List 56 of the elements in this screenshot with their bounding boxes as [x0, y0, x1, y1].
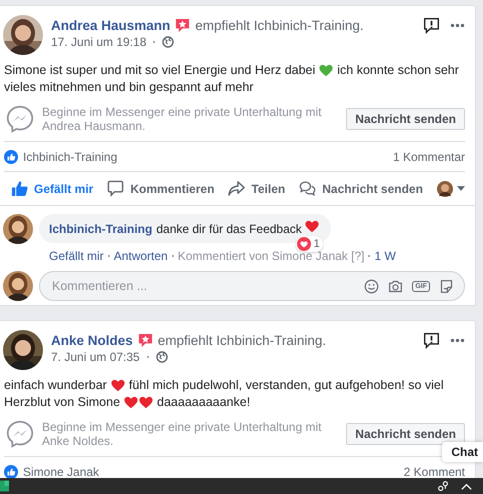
emoji-icon[interactable] [364, 278, 380, 294]
comment-action-link[interactable]: Gefällt mir [49, 249, 104, 263]
reaction-count: 1 [314, 238, 320, 250]
author-link[interactable]: Anke Noldes [51, 333, 133, 348]
report-icon[interactable] [423, 17, 440, 34]
comment-count-link[interactable]: 1 Kommentar [392, 150, 465, 164]
report-icon[interactable] [423, 332, 440, 349]
recommendation-star-icon [138, 333, 153, 348]
comment-count-link[interactable]: 2 Komment [404, 465, 465, 478]
globe-icon [156, 351, 168, 363]
thumbs-up-icon [11, 180, 28, 197]
comment-author-link[interactable]: Ichbinich-Training [49, 222, 152, 236]
message-button[interactable]: Nachricht senden [299, 176, 423, 201]
app-icon[interactable] [0, 480, 9, 492]
sticker-icon[interactable] [439, 278, 454, 294]
likers-link[interactable]: Simone Janak [23, 465, 399, 478]
messenger-prompt: Beginne im Messenger eine private Unterhaltung mit Anke Noldes. [42, 420, 322, 448]
comment-age[interactable]: 1 W [374, 249, 396, 263]
messenger-icon [6, 105, 34, 133]
chat-tab[interactable]: Chat [442, 442, 483, 462]
like-icon [4, 150, 18, 164]
messenger-icon [6, 420, 34, 448]
post-text: fühl mich pudelwohl, verstanden, gut aufgehoben! so viel [128, 377, 444, 394]
post-time[interactable]: 17. Juni um 19:18 [51, 35, 146, 49]
comment-action-link[interactable]: Antworten [114, 249, 168, 263]
chat-bubbles-icon [299, 180, 316, 197]
share-button[interactable]: Teilen [228, 176, 286, 201]
caret-icon[interactable] [456, 186, 465, 191]
comment-text: danke dir für das Feedback [156, 222, 302, 236]
like-button[interactable]: Gefällt mir [11, 176, 94, 201]
likers-link[interactable]: Ichbinich-Training [23, 150, 388, 164]
globe-icon [162, 36, 174, 48]
post-text: Herzblut von Simone [4, 394, 120, 411]
post-text: Simone ist super und mit so viel Energie und Herz dabei [4, 62, 316, 79]
heart-reaction-icon [296, 237, 311, 251]
post-text: einfach wunderbar [4, 377, 107, 394]
recommendation-text: empfiehlt Ichbinich-Training. [195, 18, 364, 33]
camera-icon[interactable] [388, 278, 404, 294]
messenger-prompt: Beginne im Messenger eine private Unterhaltung mit Andrea Hausmann. [42, 105, 322, 133]
people-icon[interactable] [437, 480, 450, 492]
share-icon [228, 180, 246, 197]
send-message-button[interactable]: Nachricht senden [346, 108, 465, 130]
reaction-badge[interactable]: 1 [296, 236, 323, 252]
post-text: vieles mitnehmen und bin gespannt auf mehr [4, 79, 254, 96]
comment-attribution: Kommentiert von Simone Janak [?] [178, 249, 364, 263]
recommendation-star-icon [175, 18, 190, 33]
post-text: daaaaaaaaanke! [157, 394, 250, 411]
comment-button[interactable]: Kommentieren [107, 176, 214, 201]
comment-icon [107, 180, 124, 197]
post-text: ich konnte schon sehr [337, 62, 459, 79]
post-time[interactable]: 7. Juni um 07:35 [51, 350, 140, 364]
send-message-button[interactable]: Nachricht senden [346, 423, 465, 445]
author-link[interactable]: Andrea Hausmann [51, 18, 170, 33]
recommendation-text: empfiehlt Ichbinich-Training. [158, 333, 326, 348]
more-icon[interactable] [450, 23, 465, 28]
more-icon[interactable] [450, 338, 465, 343]
